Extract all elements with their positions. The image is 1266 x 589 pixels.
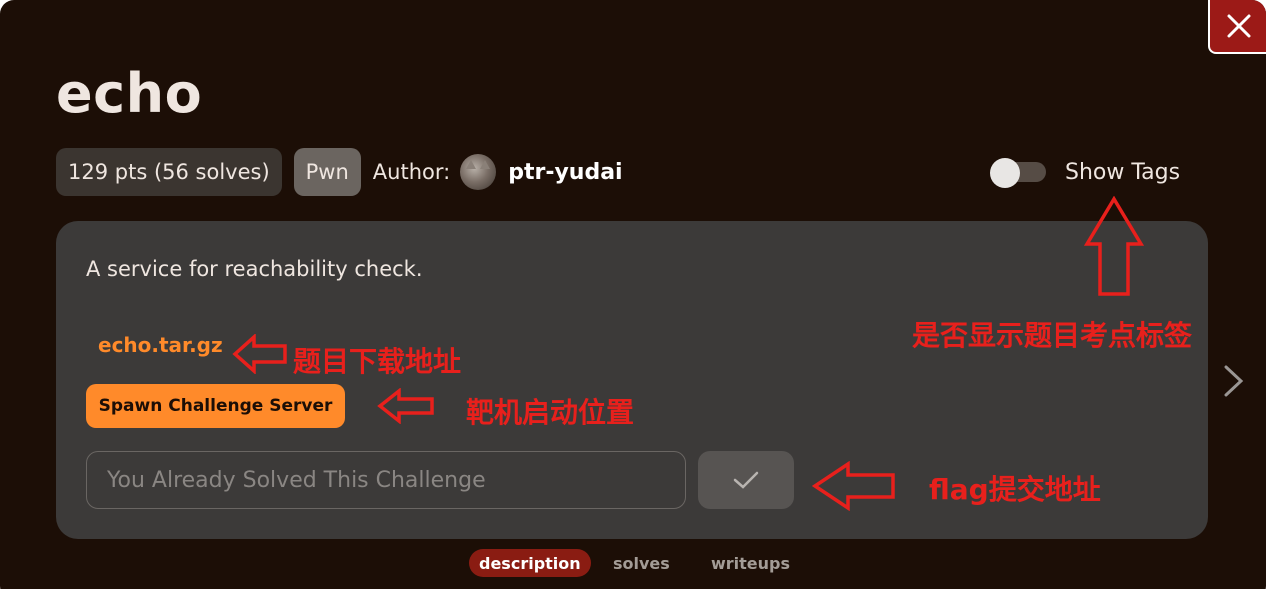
close-icon	[1227, 14, 1251, 38]
arrow-left-annotation-spawn	[377, 388, 434, 424]
challenge-title: echo	[56, 62, 203, 125]
checkmark-icon	[733, 471, 759, 489]
points-badge: 129 pts (56 solves)	[56, 148, 282, 196]
author-label: Author:	[372, 160, 451, 184]
chevron-right-icon[interactable]	[1222, 364, 1246, 398]
arrow-left-annotation-flag	[812, 461, 895, 511]
tab-solves[interactable]: solves	[613, 549, 670, 577]
spawn-server-button[interactable]: Spawn Challenge Server	[86, 384, 345, 428]
annotation-spawn: 靶机启动位置	[466, 396, 635, 429]
challenge-description: A service for reachability check.	[86, 257, 423, 281]
category-badge: Pwn	[293, 148, 361, 196]
toggle-knob	[990, 158, 1020, 188]
show-tags-toggle[interactable]: Show Tags	[990, 158, 1181, 188]
annotation-file: 题目下载地址	[293, 345, 462, 378]
show-tags-label: Show Tags	[1065, 159, 1181, 185]
author-name[interactable]: ptr-yudai	[508, 160, 622, 185]
arrow-left-annotation-file	[232, 334, 287, 374]
tab-writeups[interactable]: writeups	[711, 549, 790, 577]
modal-tabs: description solves writeups	[0, 548, 1266, 578]
close-button[interactable]	[1208, 0, 1266, 54]
author-avatar[interactable]	[460, 154, 497, 190]
toggle-switch[interactable]	[990, 158, 1046, 188]
tab-description[interactable]: description	[469, 549, 591, 577]
arrow-up-annotation	[1084, 196, 1144, 296]
annotation-show-tags: 是否显示题目考点标签	[912, 319, 1193, 352]
flag-input[interactable]: You Already Solved This Challenge	[86, 451, 686, 509]
submit-flag-button[interactable]	[698, 451, 794, 509]
download-file-link[interactable]: echo.tar.gz	[98, 333, 223, 357]
challenge-meta: 129 pts (56 solves) Pwn Author: ptr-yuda…	[56, 148, 623, 196]
annotation-flag: flag提交地址	[929, 473, 1101, 506]
